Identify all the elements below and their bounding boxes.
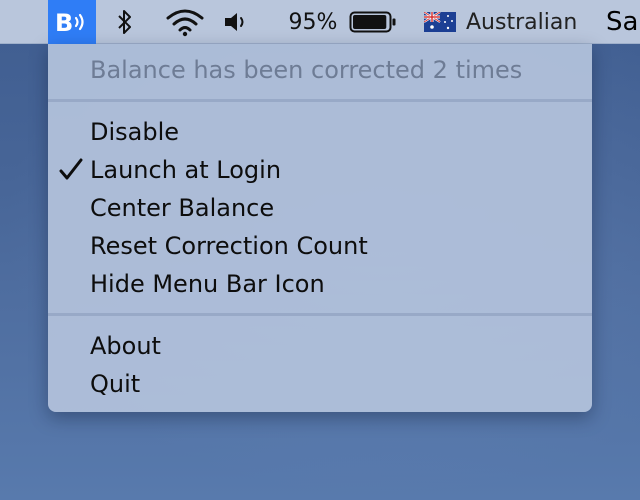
australian-flag-icon[interactable] [422, 0, 458, 44]
menu-item-reset-correction-count[interactable]: Reset Correction Count [48, 227, 592, 265]
menu-item-label: About [90, 332, 161, 360]
menu-item-label: Center Balance [90, 194, 275, 222]
menu-separator [48, 313, 592, 316]
menu-item-center-balance[interactable]: Center Balance [48, 189, 592, 227]
menu-item-launch-at-login[interactable]: Launch at Login [48, 151, 592, 189]
menu-item-label: Disable [90, 118, 180, 146]
menu-item-label: Reset Correction Count [90, 232, 368, 260]
bluetooth-icon[interactable] [110, 0, 140, 44]
menu-item-label: Hide Menu Bar Icon [90, 270, 325, 298]
battery-icon[interactable] [346, 0, 400, 44]
menu-item-hide-menu-bar-icon[interactable]: Hide Menu Bar Icon [48, 265, 592, 303]
battery-percentage[interactable]: 95% [282, 0, 344, 44]
wifi-icon[interactable] [160, 0, 210, 44]
battery-fill [353, 15, 387, 29]
dropdown-menu: Balance has been corrected 2 times Disab… [48, 44, 592, 412]
truncated-menubar-item[interactable]: Sa [606, 0, 640, 44]
volume-icon[interactable] [222, 0, 252, 44]
menu-item-about[interactable]: About [48, 327, 592, 365]
balance-lock-icon[interactable]: B [48, 0, 96, 44]
menu-separator [48, 99, 592, 102]
input-source-label[interactable]: Australian [466, 0, 577, 44]
status-text: Balance has been corrected 2 times [90, 56, 523, 84]
svg-text:B: B [55, 9, 73, 35]
checkmark-icon [59, 158, 83, 180]
menu-item-quit[interactable]: Quit [48, 365, 592, 403]
menu-bar: B 95% Australian Sa [0, 0, 640, 44]
menu-item-label: Launch at Login [90, 156, 282, 184]
menu-item-disable[interactable]: Disable [48, 113, 592, 151]
menu-item-label: Quit [90, 370, 141, 398]
